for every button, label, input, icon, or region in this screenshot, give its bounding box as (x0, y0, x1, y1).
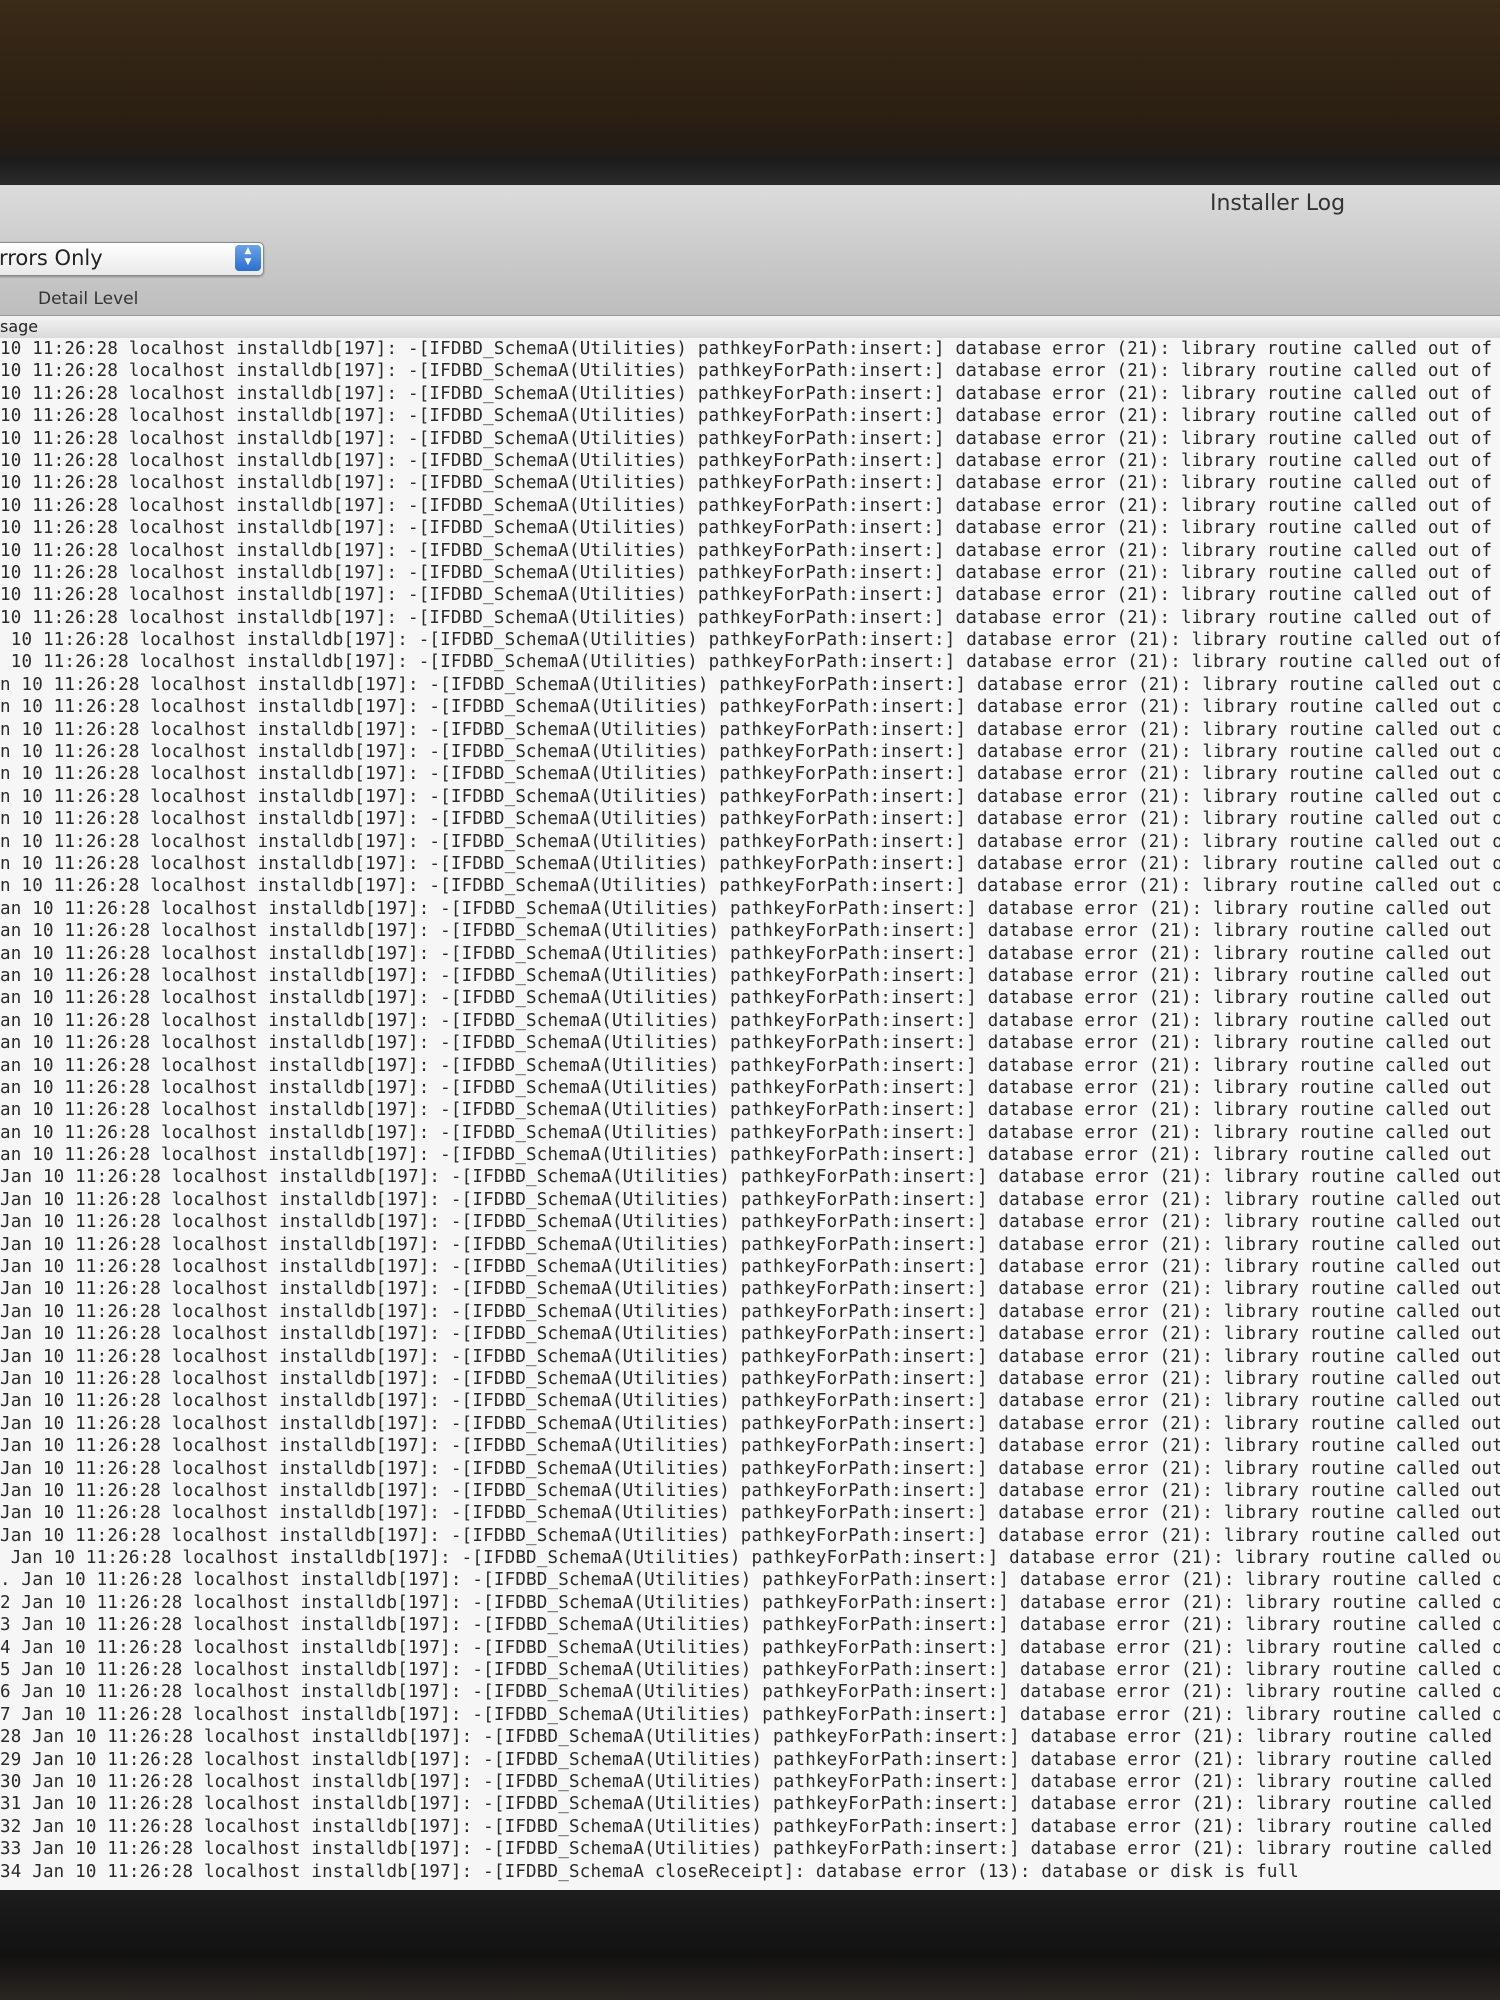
log-line: Jan 10 11:26:28 localhost installdb[197]… (0, 1301, 1500, 1322)
log-line: n 10 11:26:28 localhost installdb[197]: … (0, 674, 1500, 695)
log-line: Jan 10 11:26:28 localhost installdb[197]… (0, 1279, 1500, 1300)
log-line: an 10 11:26:28 localhost installdb[197]:… (0, 898, 1500, 919)
log-line: Jan 10 11:26:28 localhost installdb[197]… (0, 1413, 1500, 1434)
log-line: an 10 11:26:28 localhost installdb[197]:… (0, 943, 1500, 964)
log-line: Jan 10 11:26:28 localhost installdb[197]… (0, 1234, 1500, 1255)
filter-popup-button[interactable]: rrors Only ▲ ▼ (0, 242, 264, 276)
log-line: 3 Jan 10 11:26:28 localhost installdb[19… (0, 1615, 1500, 1636)
log-line: n 10 11:26:28 localhost installdb[197]: … (0, 786, 1500, 807)
monitor-bezel-bottom (0, 1890, 1500, 2000)
log-line: 10 11:26:28 localhost installdb[197]: -[… (0, 473, 1500, 494)
up-down-arrows-icon: ▲ ▼ (235, 245, 261, 271)
log-line: 7 Jan 10 11:26:28 localhost installdb[19… (0, 1704, 1500, 1725)
log-line: 32 Jan 10 11:26:28 localhost installdb[1… (0, 1816, 1500, 1837)
log-line: 2 Jan 10 11:26:28 localhost installdb[19… (0, 1592, 1500, 1613)
log-line: 10 11:26:28 localhost installdb[197]: -[… (0, 518, 1500, 539)
log-line: n 10 11:26:28 localhost installdb[197]: … (0, 853, 1500, 874)
log-line: 30 Jan 10 11:26:28 localhost installdb[1… (0, 1772, 1500, 1792)
log-line: 10 11:26:28 localhost installdb[197]: -[… (0, 495, 1500, 516)
log-line: . Jan 10 11:26:28 localhost installdb[19… (0, 1570, 1500, 1591)
log-line: an 10 11:26:28 localhost installdb[197]:… (0, 1122, 1500, 1143)
log-line: 33 Jan 10 11:26:28 localhost installdb[1… (0, 1839, 1500, 1860)
log-line: 10 11:26:28 localhost installdb[197]: -[… (0, 652, 1500, 673)
log-line: Jan 10 11:26:28 localhost installdb[197]… (0, 1212, 1500, 1233)
log-line: 10 11:26:28 localhost installdb[197]: -[… (0, 339, 1500, 359)
detail-level-label: Detail Level (38, 289, 139, 309)
log-line: 4 Jan 10 11:26:28 localhost installdb[19… (0, 1637, 1500, 1658)
log-line: an 10 11:26:28 localhost installdb[197]:… (0, 1100, 1500, 1121)
log-line: 10 11:26:28 localhost installdb[197]: -[… (0, 428, 1500, 449)
log-line: Jan 10 11:26:28 localhost installdb[197]… (0, 1480, 1500, 1501)
log-line: 10 11:26:28 localhost installdb[197]: -[… (0, 585, 1500, 606)
message-column-header[interactable]: sage (0, 316, 1500, 339)
log-line: 31 Jan 10 11:26:28 localhost installdb[1… (0, 1794, 1500, 1815)
window-title: Installer Log (1210, 191, 1346, 216)
log-line: 10 11:26:28 localhost installdb[197]: -[… (0, 562, 1500, 583)
log-line: Jan 10 11:26:28 localhost installdb[197]… (0, 1368, 1500, 1389)
log-line: n 10 11:26:28 localhost installdb[197]: … (0, 742, 1500, 763)
log-line: Jan 10 11:26:28 localhost installdb[197]… (0, 1189, 1500, 1210)
filter-popup-value: rrors Only (0, 246, 103, 270)
log-line: Jan 10 11:26:28 localhost installdb[197]… (0, 1436, 1500, 1457)
log-line: an 10 11:26:28 localhost installdb[197]:… (0, 965, 1500, 986)
log-line: n 10 11:26:28 localhost installdb[197]: … (0, 719, 1500, 740)
log-line: Jan 10 11:26:28 localhost installdb[197]… (0, 1503, 1500, 1524)
log-line: Jan 10 11:26:28 localhost installdb[197]… (0, 1346, 1500, 1367)
log-line: 5 Jan 10 11:26:28 localhost installdb[19… (0, 1660, 1500, 1681)
log-line: 10 11:26:28 localhost installdb[197]: -[… (0, 607, 1500, 628)
log-line: 34 Jan 10 11:26:28 localhost installdb[1… (0, 1861, 1300, 1882)
log-line: 10 11:26:28 localhost installdb[197]: -[… (0, 540, 1500, 561)
log-line: an 10 11:26:28 localhost installdb[197]:… (0, 1077, 1500, 1098)
log-line: Jan 10 11:26:28 localhost installdb[197]… (0, 1167, 1500, 1188)
toolbar: rrors Only ▲ ▼ Detail Level (0, 235, 1500, 316)
log-line: Jan 10 11:26:28 localhost installdb[197]… (0, 1458, 1500, 1479)
log-line: Jan 10 11:26:28 localhost installdb[197]… (0, 1324, 1500, 1345)
column-header-label: sage (0, 317, 39, 336)
log-line: 6 Jan 10 11:26:28 localhost installdb[19… (0, 1682, 1500, 1703)
log-line: n 10 11:26:28 localhost installdb[197]: … (0, 809, 1500, 830)
log-line: Jan 10 11:26:28 localhost installdb[197]… (0, 1548, 1500, 1569)
log-line: an 10 11:26:28 localhost installdb[197]:… (0, 1033, 1500, 1054)
log-line: 28 Jan 10 11:26:28 localhost installdb[1… (0, 1727, 1500, 1748)
log-line: n 10 11:26:28 localhost installdb[197]: … (0, 697, 1500, 718)
log-line: Jan 10 11:26:28 localhost installdb[197]… (0, 1391, 1500, 1412)
log-line: 10 11:26:28 localhost installdb[197]: -[… (0, 630, 1500, 651)
log-line: an 10 11:26:28 localhost installdb[197]:… (0, 1010, 1500, 1031)
log-line: an 10 11:26:28 localhost installdb[197]:… (0, 988, 1500, 1009)
log-line: n 10 11:26:28 localhost installdb[197]: … (0, 764, 1500, 785)
log-line: an 10 11:26:28 localhost installdb[197]:… (0, 921, 1500, 942)
log-line: an 10 11:26:28 localhost installdb[197]:… (0, 1055, 1500, 1076)
log-line: 10 11:26:28 localhost installdb[197]: -[… (0, 406, 1500, 427)
title-bar: Installer Log (0, 185, 1500, 235)
log-line: Jan 10 11:26:28 localhost installdb[197]… (0, 1257, 1500, 1278)
log-line: 10 11:26:28 localhost installdb[197]: -[… (0, 450, 1500, 471)
log-list[interactable]: 10 11:26:28 localhost installdb[197]: -[… (0, 338, 1500, 1890)
log-line: an 10 11:26:28 localhost installdb[197]:… (0, 1145, 1500, 1166)
log-line: 10 11:26:28 localhost installdb[197]: -[… (0, 361, 1500, 382)
log-line: n 10 11:26:28 localhost installdb[197]: … (0, 876, 1500, 897)
installer-log-window: Installer Log rrors Only ▲ ▼ Detail Level… (0, 185, 1500, 1890)
log-line: Jan 10 11:26:28 localhost installdb[197]… (0, 1525, 1500, 1546)
log-line: n 10 11:26:28 localhost installdb[197]: … (0, 831, 1500, 852)
log-line: 10 11:26:28 localhost installdb[197]: -[… (0, 383, 1500, 404)
log-line: 29 Jan 10 11:26:28 localhost installdb[1… (0, 1749, 1500, 1770)
